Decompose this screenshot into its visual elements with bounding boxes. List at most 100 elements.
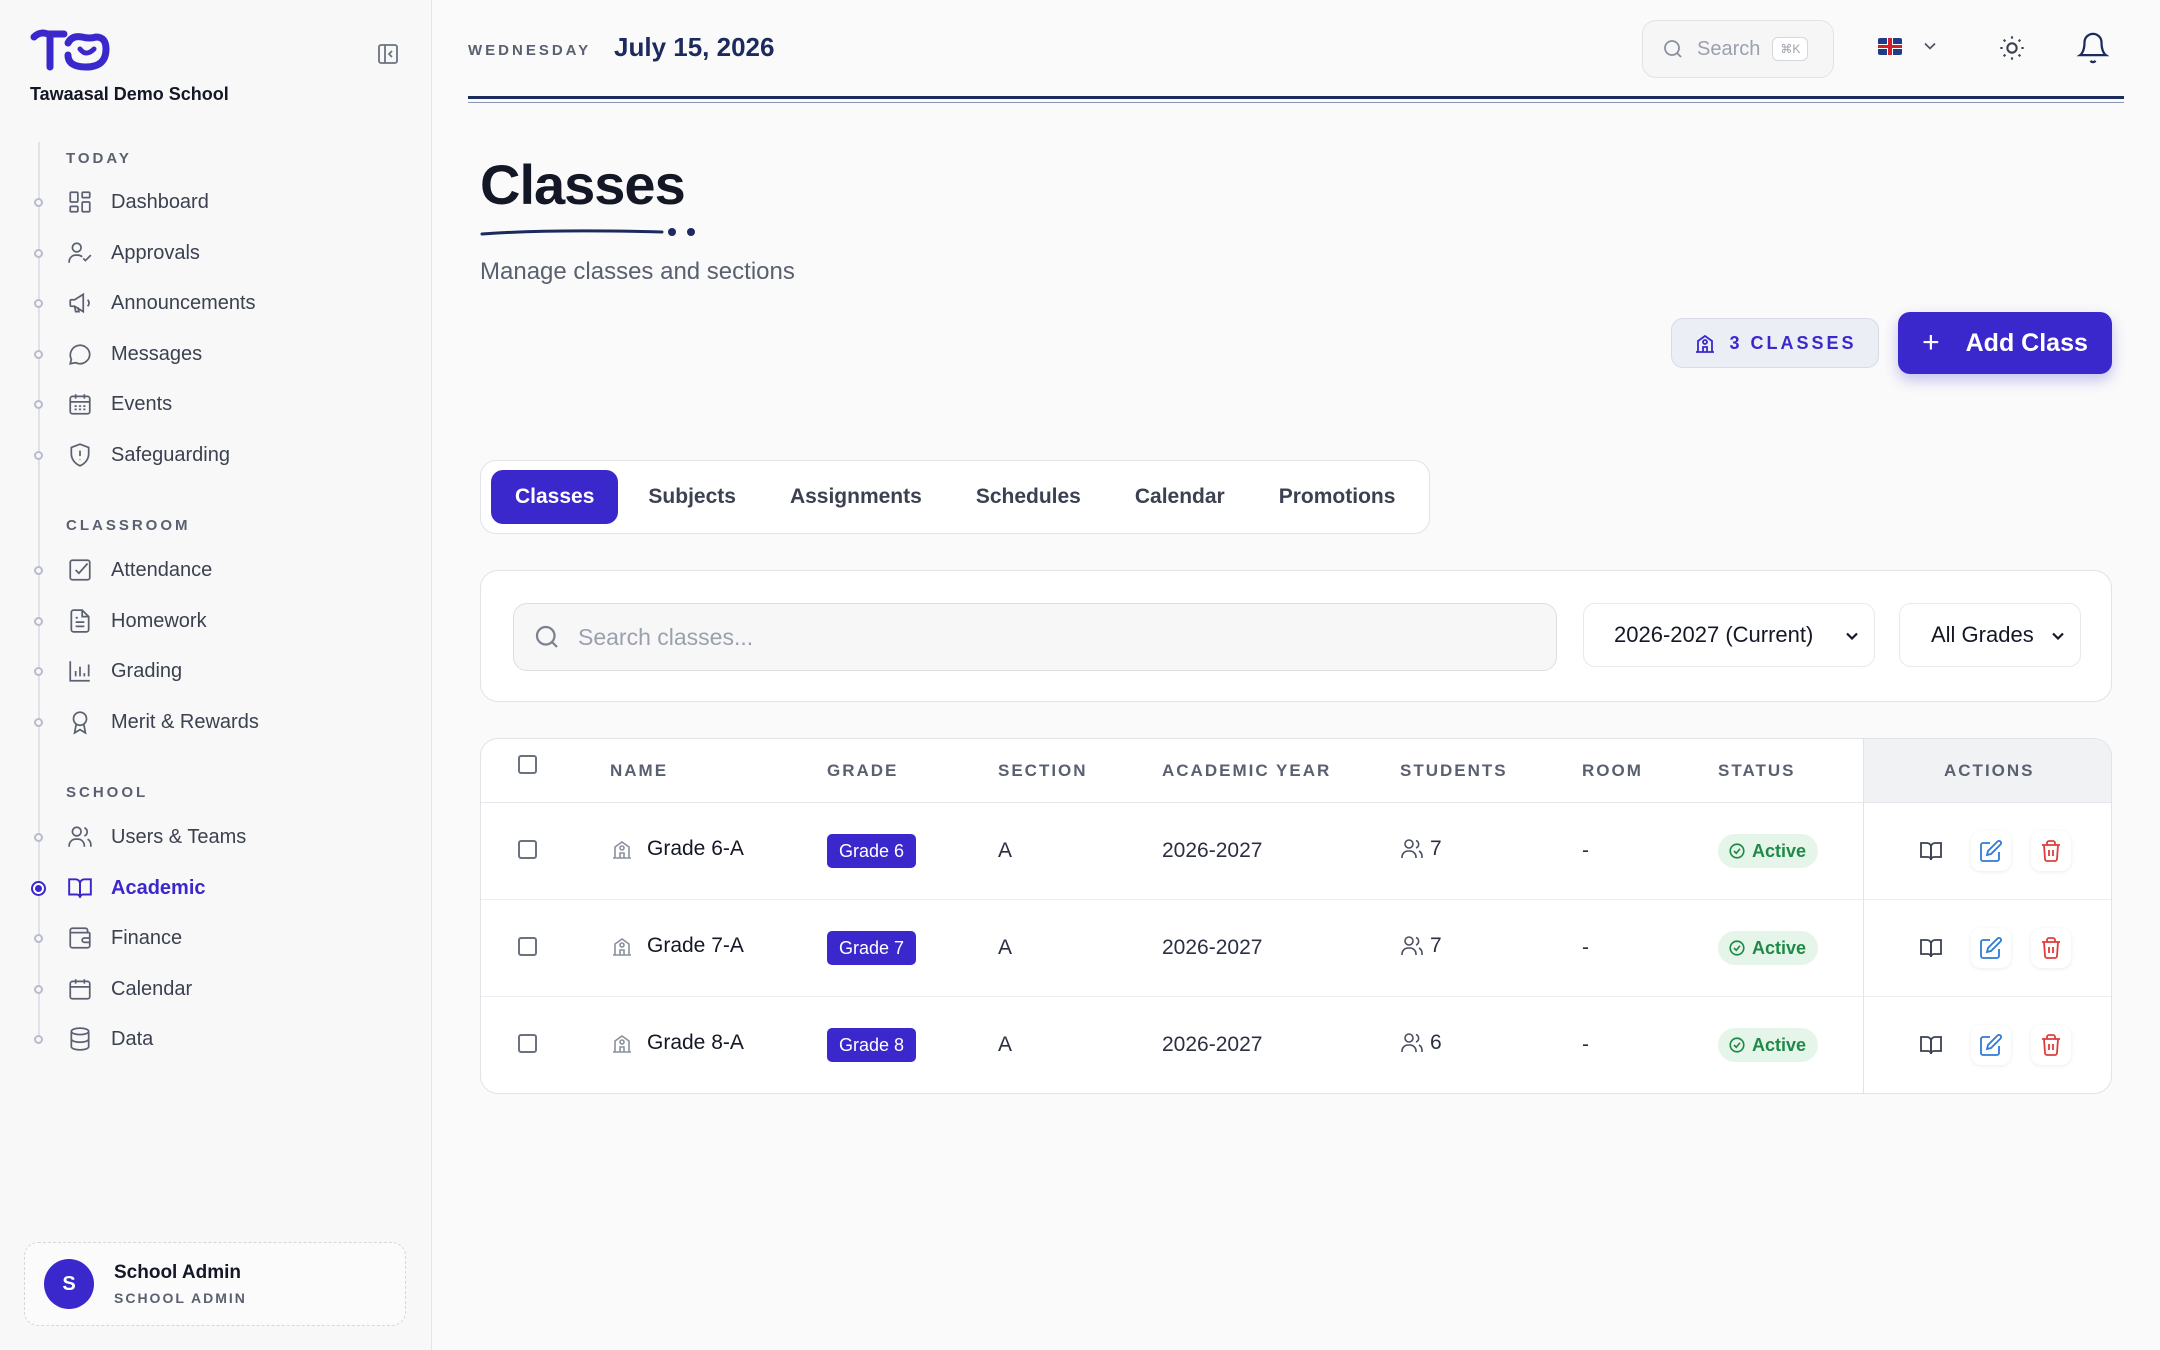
header-students[interactable]: STUDENTS [1400, 761, 1508, 781]
view-subjects-button[interactable] [1911, 928, 1951, 968]
edit-button[interactable] [1971, 831, 2011, 871]
student-count: 6 [1430, 1031, 1442, 1054]
nav-dot [34, 350, 43, 359]
class-name-cell[interactable]: Grade 6-A [610, 837, 744, 861]
room-cell: - [1582, 936, 1589, 959]
tab-calendar[interactable]: Calendar [1111, 470, 1249, 524]
class-name-cell[interactable]: Grade 8-A [610, 1031, 744, 1055]
sidebar-item-calendar[interactable]: Calendar [34, 969, 396, 1009]
header-grade[interactable]: GRADE [827, 761, 898, 781]
class-name: Grade 6-A [647, 837, 744, 860]
row-checkbox[interactable] [518, 1034, 537, 1053]
plus-icon: + [1922, 326, 1940, 359]
global-search-button[interactable]: Search ⌘K [1642, 20, 1834, 78]
wallet-icon [66, 924, 94, 952]
tab-assignments[interactable]: Assignments [766, 470, 946, 524]
sidebar-item-approvals[interactable]: Approvals [34, 233, 396, 273]
sidebar-item-messages[interactable]: Messages [34, 334, 396, 374]
header-divider [468, 96, 2124, 99]
sidebar-item-users-teams[interactable]: Users & Teams [34, 817, 396, 857]
table-row[interactable]: Grade 6-A Grade 6 A 2026-2027 7 - Active [481, 803, 2111, 900]
tab-classes[interactable]: Classes [491, 470, 619, 524]
sidebar-item-label: Announcements [111, 291, 256, 314]
user-role: SCHOOL ADMIN [114, 1290, 247, 1306]
students-cell: 7 [1400, 837, 1442, 861]
users-icon [1401, 839, 1423, 858]
sidebar-item-announcements[interactable]: Announcements [34, 283, 396, 323]
class-name: Grade 7-A [647, 934, 744, 957]
delete-button[interactable] [2031, 1025, 2071, 1065]
nav-dot [34, 451, 43, 460]
chevron-down-icon [1846, 632, 1858, 641]
search-icon [535, 625, 558, 648]
sidebar-item-academic[interactable]: Academic [31, 868, 396, 908]
nav-dot [34, 400, 43, 409]
sidebar-item-data[interactable]: Data [34, 1019, 396, 1059]
delete-button[interactable] [2031, 928, 2071, 968]
header-status[interactable]: STATUS [1718, 761, 1795, 781]
sidebar-item-label: Events [111, 392, 173, 415]
academic-year-cell: 2026-2027 [1162, 839, 1263, 862]
edit-button[interactable] [1971, 1025, 2011, 1065]
nav-dot [34, 617, 43, 626]
checkbox-icon [66, 556, 94, 584]
sidebar-item-finance[interactable]: Finance [34, 918, 396, 958]
grade-filter-value: All Grades [1931, 622, 2034, 647]
sidebar-item-safeguarding[interactable]: Safeguarding [34, 435, 396, 475]
class-search-input[interactable]: Search classes... [513, 603, 1557, 671]
class-count-badge: 3 CLASSES [1671, 318, 1879, 368]
book-open-icon [1920, 842, 1942, 861]
user-profile-card[interactable]: S School Admin SCHOOL ADMIN [24, 1242, 406, 1326]
room-cell: - [1582, 839, 1589, 862]
delete-button[interactable] [2031, 831, 2071, 871]
sun-icon[interactable] [1998, 34, 2026, 62]
edit-button[interactable] [1971, 928, 2011, 968]
header-section[interactable]: SECTION [998, 761, 1088, 781]
academic-year-cell: 2026-2027 [1162, 936, 1263, 959]
sidebar-collapse-icon[interactable] [376, 42, 400, 66]
bell-icon[interactable] [2076, 30, 2110, 66]
status-badge: Active [1718, 931, 1819, 965]
grade-badge: Grade 6 [827, 834, 917, 868]
table-row[interactable]: Grade 8-A Grade 8 A 2026-2027 6 - Active [481, 997, 2111, 1093]
avatar: S [44, 1259, 94, 1309]
sidebar-item-label: Calendar [111, 977, 193, 1000]
tab-promotions[interactable]: Promotions [1255, 470, 1420, 524]
class-name: Grade 8-A [647, 1031, 744, 1054]
header-room[interactable]: ROOM [1582, 761, 1643, 781]
sidebar-item-label: Data [111, 1027, 154, 1050]
view-subjects-button[interactable] [1911, 1025, 1951, 1065]
users-icon [1401, 1033, 1423, 1052]
sidebar-item-grading[interactable]: Grading [34, 651, 396, 691]
header-name[interactable]: NAME [610, 761, 668, 781]
weekday-label: WEDNESDAY [468, 42, 592, 59]
check-circle-icon [1729, 843, 1745, 859]
language-selector[interactable] [1878, 36, 1940, 56]
sidebar-item-merit-rewards[interactable]: Merit & Rewards [34, 702, 396, 742]
header-academic-year[interactable]: ACADEMIC YEAR [1162, 761, 1331, 781]
select-all-checkbox[interactable] [518, 755, 537, 774]
table-row[interactable]: Grade 7-A Grade 7 A 2026-2027 7 - Active [481, 900, 2111, 997]
date-label: July 15, 2026 [614, 32, 775, 62]
sidebar-item-dashboard[interactable]: Dashboard [34, 182, 396, 222]
sidebar-item-events[interactable]: Events [34, 384, 396, 424]
row-checkbox[interactable] [518, 937, 537, 956]
view-subjects-button[interactable] [1911, 831, 1951, 871]
tab-schedules[interactable]: Schedules [952, 470, 1105, 524]
tab-subjects[interactable]: Subjects [624, 470, 760, 524]
sidebar-item-attendance[interactable]: Attendance [34, 550, 396, 590]
grade-filter-select[interactable]: All Grades [1899, 603, 2081, 667]
sidebar-item-label: Academic [111, 876, 206, 899]
sidebar-item-label: Approvals [111, 241, 200, 264]
sidebar-item-homework[interactable]: Homework [34, 601, 396, 641]
nav-dot [34, 566, 43, 575]
status-badge: Active [1718, 1028, 1819, 1062]
add-class-button[interactable]: + Add Class [1898, 312, 2112, 374]
school-building-icon [613, 1035, 631, 1053]
tawaasal-logo[interactable] [30, 27, 112, 73]
trash-icon [2042, 937, 2060, 959]
nav-dot [34, 833, 43, 842]
class-name-cell[interactable]: Grade 7-A [610, 934, 744, 958]
row-checkbox[interactable] [518, 840, 537, 859]
academic-year-select[interactable]: 2026-2027 (Current) [1583, 603, 1875, 667]
